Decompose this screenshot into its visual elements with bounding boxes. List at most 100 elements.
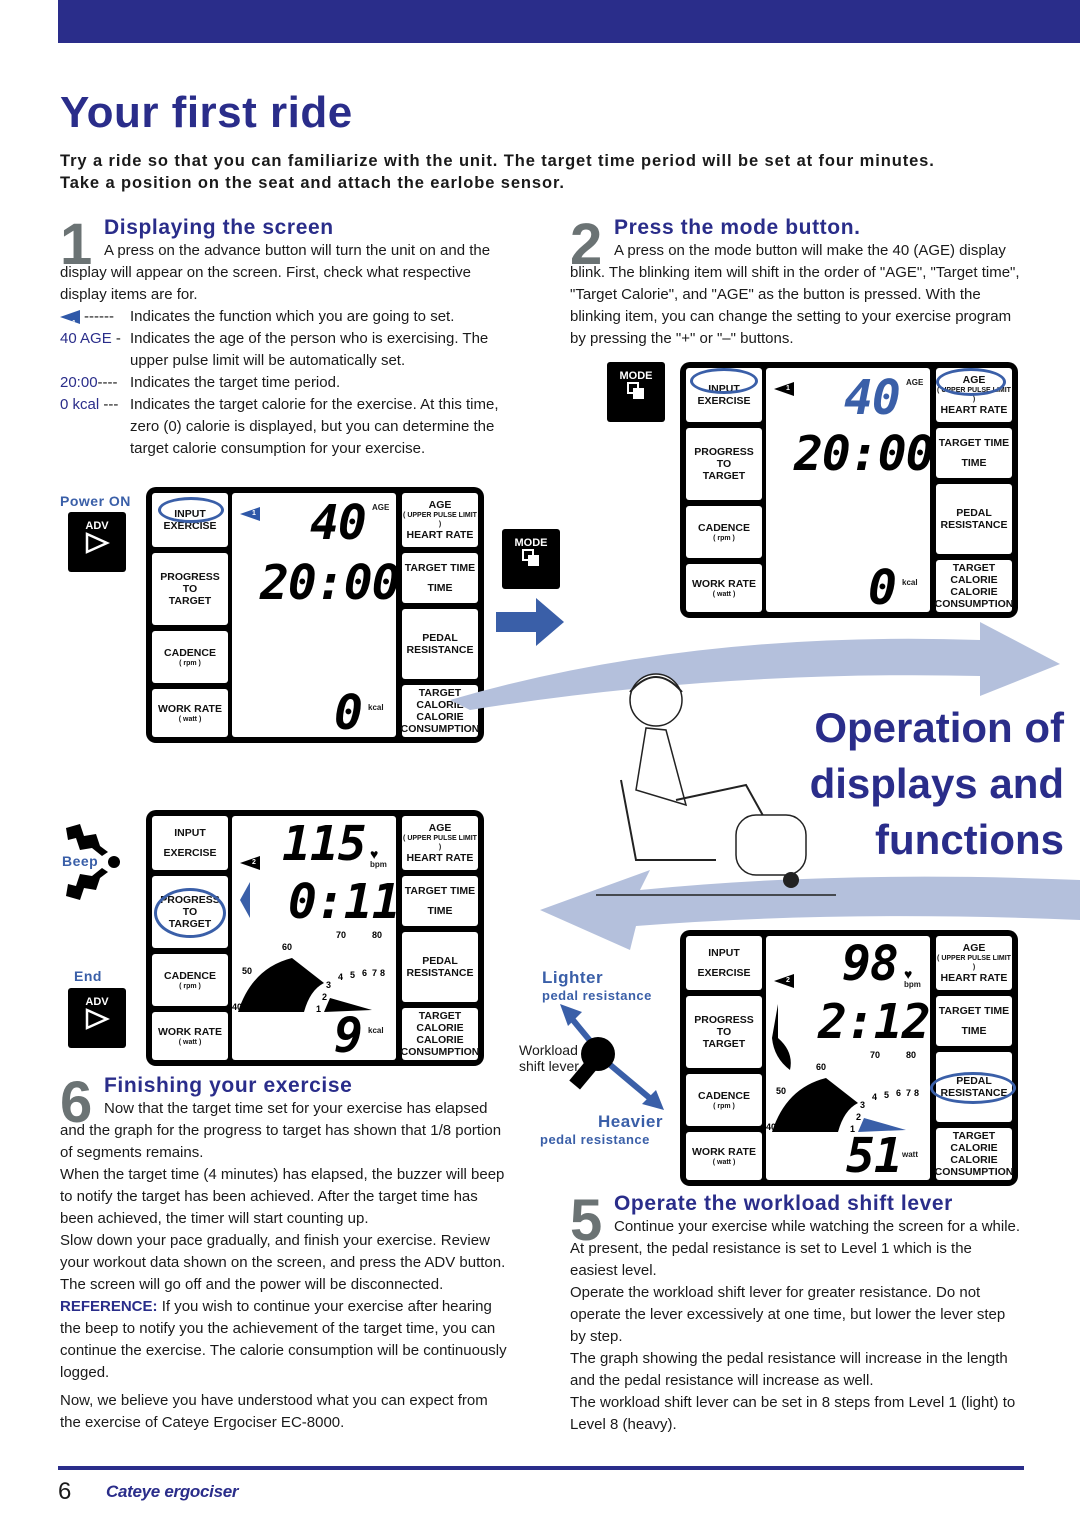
highlight-oval [930,1072,1016,1104]
legend-row-time: 20:00---- Indicates the target time peri… [60,372,512,394]
intro-text: Try a ride so that you can familiarize w… [60,152,935,192]
step-6-section: 6 Finishing your exercise Now that the t… [60,1074,512,1434]
closing-text: Now, we believe you have understood what… [60,1392,488,1431]
step-5-para: The workload shift lever can be set in 8… [570,1394,1016,1433]
svg-text:2: 2 [856,1112,861,1122]
legend-text: Indicates the target calorie for the exe… [130,396,499,457]
page-title: Your first ride [60,88,353,137]
lcd-display-mode: INPUT EXERCISE PROGRESS TO TARGET CADENCE( … [680,362,1018,618]
step-2-number: 2 [570,212,603,277]
indicator-arrow-icon [60,310,80,324]
svg-text:8: 8 [380,968,385,978]
step-5-para: Operate the workload shift lever for gre… [570,1284,1006,1345]
lever-label: Workload shift lever [519,1042,579,1074]
step-6-number: 6 [60,1070,93,1135]
step-1-text: A press on the advance button will turn … [60,242,491,303]
legend-text: Indicates the function which you are goi… [130,308,455,325]
cadence-resistance-graph: 40 50 60 70 80 1 2 3 4 5 6 7 8 [232,930,385,1014]
progress-segment [240,882,250,918]
cadence-resistance-graph: 40 50 60 70 80 1 2 3 4 5 6 7 8 [766,1050,919,1134]
time-value: 20:00 [260,555,400,611]
step-5-para: At present, the pedal resistance is set … [570,1240,972,1279]
tick-40: 40 [232,1002,242,1012]
svg-text:5: 5 [884,1090,889,1100]
svg-text:60: 60 [816,1062,826,1072]
work-rate-cell: WORK RATE( watt ) [152,689,228,737]
legend-row-indicator: 1 ------ Indicates the function which yo… [60,306,512,328]
kcal-value: 9 [334,1008,363,1064]
cadence-cell: CADENCE( rpm ) [152,631,228,683]
legend-row-kcal: 0 kcal --- Indicates the target calorie … [60,394,512,460]
lcd-display-finish: INPUT EXERCISE PROGRESS TO TARGET CADENCE( … [146,810,484,1066]
step-5-text: Continue your exercise while watching th… [614,1218,1021,1235]
age-cell: AGE( UPPER PULSE LIMIT ) HEART RATE [402,493,478,547]
adv-end-button[interactable]: ADV [68,988,126,1048]
step-5-para: The graph showing the pedal resistance w… [570,1350,1008,1389]
heart-rate-value: 115 [282,816,367,872]
indicator-arrow-icon [774,382,794,396]
header-bar [58,0,1080,43]
svg-text:3: 3 [326,980,331,990]
tick-80: 80 [372,930,382,940]
age-value: 40 [310,495,367,551]
legend-text: Indicates the target time period. [130,374,341,391]
section-heading: Operation of displays and functions [809,704,1064,863]
lcd-display-workload: INPUT EXERCISE PROGRESS TO TARGET CADENCE( … [680,930,1018,1186]
lcd-screen: 2 115 ♥ bpm 0:11 40 50 60 70 80 1 2 3 4 … [232,816,401,1064]
highlight-oval [158,497,224,523]
mode-button[interactable]: MODE [502,529,560,589]
step-1-number: 1 [60,212,93,277]
indicator-arrow-icon [240,856,260,870]
svg-text:8: 8 [914,1088,919,1098]
svg-text:3: 3 [860,1100,865,1110]
svg-text:4: 4 [872,1092,877,1102]
tick-70: 70 [336,930,346,940]
step-6-text: Now that the target time set for your ex… [60,1100,502,1161]
power-on-label: Power ON [60,493,131,509]
svg-text:70: 70 [870,1050,880,1060]
svg-text:4: 4 [338,972,343,982]
heavier-label: Heavier [598,1112,663,1131]
step-6-para: When the target time (4 minutes) has ela… [60,1166,505,1227]
svg-text:80: 80 [906,1050,916,1060]
legend-row-age: 40 AGE - Indicates the age of the person… [60,328,512,372]
highlight-oval [154,888,226,938]
lcd-screen: 1 40 AGE 20:00 0 kcal [232,493,400,741]
mode-button-2[interactable]: MODE [607,362,665,422]
highlight-oval [936,368,1006,396]
step-6-para: Slow down your pace gradually, and finis… [60,1232,506,1293]
tick-60: 60 [282,942,292,952]
svg-text:7: 7 [372,968,377,978]
heart-rate-value: 98 [842,936,899,992]
highlight-oval [690,368,758,394]
kcal-value: 0 [334,685,363,741]
time-cell: TARGET TIME TIME [402,553,478,603]
indicator-arrow-icon [774,974,794,988]
play-icon [85,532,111,554]
time-value: 2:12 [818,994,931,1050]
step-5-number: 5 [570,1188,603,1253]
svg-text:50: 50 [776,1086,786,1096]
footer-rule [58,1466,1024,1470]
step-1-legend: 1 ------ Indicates the function which yo… [60,306,512,460]
svg-text:1: 1 [316,1004,321,1014]
svg-text:5: 5 [350,970,355,980]
indicator-arrow-icon [240,507,260,521]
mode-icon [522,549,539,566]
play-icon [85,1008,111,1030]
adv-button[interactable]: ADV [68,512,126,572]
page-number: 6 [58,1478,72,1505]
time-value: 0:11 [288,874,401,930]
lcd-screen: 2 98 ♥ bpm 2:12 40 50 60 70 80 1 2 3 4 5… [766,936,931,1184]
watt-value: 51 [846,1128,903,1184]
svg-text:2: 2 [322,992,327,1002]
heavier-sub-label: pedal resistance [540,1132,650,1147]
lighter-label: Lighter [542,968,604,987]
end-label: End [74,968,102,984]
mode-icon [627,382,644,399]
svg-text:6: 6 [362,968,367,978]
brand-logo: Cateye ergociser [106,1482,239,1501]
step-2-text: A press on the mode button will make the… [570,242,1020,347]
beep-label: Beep [62,853,99,869]
step-2-title: Press the mode button. [614,216,861,239]
